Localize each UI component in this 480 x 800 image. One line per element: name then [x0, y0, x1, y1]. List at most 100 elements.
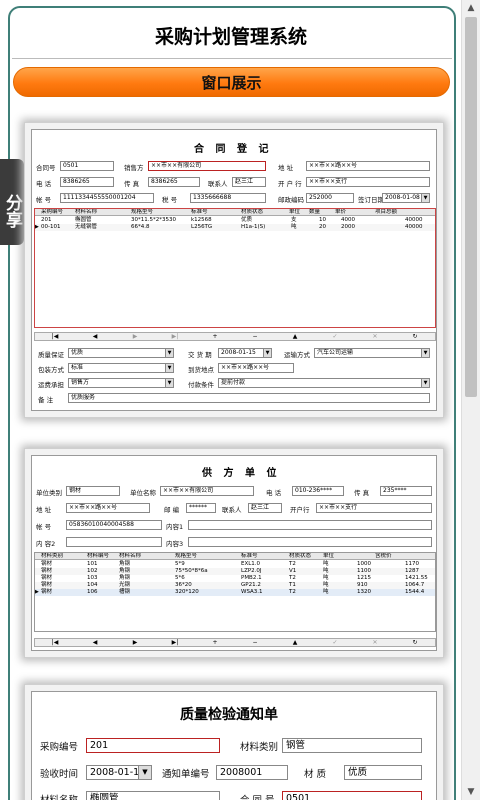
last-record-button[interactable]: ▶| — [155, 639, 195, 647]
table-row[interactable]: 钢材 103 角钢 5*6 PMB2.1 T2 吨 1215 1421.55 — [35, 575, 435, 582]
phone-field[interactable]: 8386265 — [60, 177, 114, 187]
chevron-down-icon[interactable]: ▼ — [165, 379, 173, 387]
material-name-field[interactable]: 椭圆管 — [86, 791, 220, 800]
supplier-address-field[interactable]: ××市××路××号 — [66, 503, 150, 513]
chevron-down-icon[interactable]: ▼ — [138, 766, 151, 779]
cell: 吨 — [323, 589, 329, 595]
seller-field[interactable]: ××市××有限公司 — [148, 161, 266, 171]
inspection-contract-no-field[interactable]: 0501 — [282, 791, 422, 800]
content2-field[interactable] — [66, 537, 162, 547]
supplier-account-field[interactable]: 05836010040004588 — [66, 520, 162, 530]
table-row-selected[interactable]: ▶ 钢材 106 槽钢 320*120 WSA3.1 T2 吨 1320 1544.4 — [35, 589, 435, 596]
supplier-contact-field[interactable]: 赵三江 — [248, 503, 282, 513]
chevron-down-icon[interactable]: ▼ — [421, 379, 429, 387]
content3-field[interactable] — [188, 537, 432, 547]
window-showcase-banner[interactable]: 窗口展示 — [13, 67, 450, 97]
cell: 钢材 — [41, 589, 53, 595]
refresh-record-button[interactable]: ↻ — [395, 333, 435, 341]
delete-record-button[interactable]: − — [235, 639, 275, 647]
prev-record-button[interactable]: ◀ — [75, 333, 115, 341]
bank-field[interactable]: ××市××支行 — [306, 177, 430, 187]
check-time-value: 2008-01-14 — [90, 767, 146, 778]
table-row[interactable]: 201 椭圆管 30*11.5*2*3530 k12568 优质 支 10 40… — [35, 217, 435, 224]
cell: 1421.55 — [405, 575, 428, 581]
scroll-down-icon[interactable]: ▼ — [462, 784, 480, 800]
column-header: 规格型号 — [175, 553, 198, 559]
chevron-down-icon[interactable]: ▼ — [421, 194, 429, 202]
sign-date-field[interactable]: 2008-01-08 ▼ — [382, 193, 430, 203]
table-row[interactable]: 钢材 101 角钢 5*9 EXL1.0 T2 吨 1000 1170 — [35, 561, 435, 568]
cell: GP21.2 — [241, 582, 261, 588]
purchase-no-field[interactable]: 201 — [86, 738, 220, 753]
first-record-button[interactable]: |◀ — [35, 333, 75, 341]
material-type-field[interactable]: 钢管 — [282, 738, 422, 753]
postcode-field[interactable]: 252000 — [306, 193, 354, 203]
supplier-bank-field[interactable]: ××市××支行 — [316, 503, 432, 513]
content1-field[interactable] — [188, 520, 432, 530]
payment-select[interactable]: 提前付款 ▼ — [218, 378, 430, 388]
post-record-button[interactable]: ✓ — [315, 333, 355, 341]
edit-record-button[interactable]: ▲ — [275, 333, 315, 341]
supplier-phone-field[interactable]: 010-236**** — [292, 486, 344, 496]
column-header: 材料名称 — [75, 209, 98, 215]
table-row[interactable]: 钢材 104 光钢 36*20 GP21.2 T1 吨 910 1064.7 — [35, 582, 435, 589]
transport-value: 汽车公司运输 — [317, 349, 354, 356]
post-record-button[interactable]: ✓ — [315, 639, 355, 647]
label: 联系人 — [208, 180, 228, 188]
check-time-field[interactable]: 2008-01-14 ▼ — [86, 765, 152, 780]
label: 邮政编码 — [278, 196, 304, 204]
packing-select[interactable]: 标准 ▼ — [68, 363, 174, 373]
supplier-post-field[interactable]: ****** — [186, 503, 216, 513]
contract-no-field[interactable]: 0501 — [60, 161, 114, 171]
last-record-button[interactable]: ▶| — [155, 333, 195, 341]
refresh-record-button[interactable]: ↻ — [395, 639, 435, 647]
transport-select[interactable]: 汽车公司运输 ▼ — [314, 348, 430, 358]
cell: 102 — [87, 568, 98, 574]
notice-no-field[interactable]: 2008001 — [216, 765, 288, 780]
quality-select[interactable]: 优质 ▼ — [68, 348, 174, 358]
cancel-record-button[interactable]: ✕ — [355, 639, 395, 647]
table-row[interactable]: 钢材 102 角钢 75*50*8*6a LZP2.0J V1 吨 1100 1287 — [35, 568, 435, 575]
tax-field[interactable]: 1335666688 — [190, 193, 266, 203]
supplier-fax-field[interactable]: 235**** — [380, 486, 432, 496]
cell: T2 — [289, 589, 296, 595]
supplier-name-field[interactable]: ××市××有限公司 — [160, 486, 254, 496]
scroll-up-icon[interactable]: ▲ — [462, 0, 480, 16]
add-record-button[interactable]: + — [195, 639, 235, 647]
chevron-down-icon[interactable]: ▼ — [165, 364, 173, 372]
texture-field[interactable]: 优质 — [344, 765, 422, 780]
edit-record-button[interactable]: ▲ — [275, 639, 315, 647]
cell: 40000 — [405, 224, 423, 230]
chevron-down-icon[interactable]: ▼ — [165, 349, 173, 357]
arrive-place-field[interactable]: ××市××路××号 — [218, 363, 294, 373]
address-field[interactable]: ××市××路××号 — [306, 161, 430, 171]
delivery-value: 2008-01-15 — [221, 349, 256, 356]
supplier-materials-grid[interactable]: 材料类别 材料编号 材料名称 规格型号 标准号 材质状态 单位 含税价 钢材 10… — [34, 552, 436, 632]
cell: 5*6 — [175, 575, 185, 581]
next-record-button[interactable]: ▶ — [115, 639, 155, 647]
freight-select[interactable]: 销售方 ▼ — [68, 378, 174, 388]
contract-items-grid[interactable]: 采购编号 材料名称 规格型号 标准号 材质状态 单位 数量 单价 项目总额 20… — [34, 208, 436, 328]
next-record-button[interactable]: ▶ — [115, 333, 155, 341]
remark-field[interactable]: 优质服务 — [68, 393, 430, 403]
column-header: 材质状态 — [241, 209, 264, 215]
contract-title: 合 同 登 记 — [194, 144, 273, 155]
scroll-thumb[interactable] — [465, 17, 477, 397]
cell: WSA3.1 — [241, 589, 263, 595]
vertical-scrollbar[interactable]: ▲ ▼ — [461, 0, 480, 800]
table-row[interactable]: ▶ 00-101 无缝钢管 66*4.8 L256TG H1a-1(S) 吨 2… — [35, 224, 435, 231]
cancel-record-button[interactable]: ✕ — [355, 333, 395, 341]
delivery-date-field[interactable]: 2008-01-15 ▼ — [218, 348, 272, 358]
chevron-down-icon[interactable]: ▼ — [263, 349, 271, 357]
fax-field[interactable]: 8386265 — [148, 177, 200, 187]
prev-record-button[interactable]: ◀ — [75, 639, 115, 647]
account-field[interactable]: 1111334455550001204 — [60, 193, 154, 203]
share-tab[interactable]: 分享 — [0, 159, 24, 245]
chevron-down-icon[interactable]: ▼ — [421, 349, 429, 357]
delete-record-button[interactable]: − — [235, 333, 275, 341]
contact-field[interactable]: 赵三江 — [232, 177, 266, 187]
first-record-button[interactable]: |◀ — [35, 639, 75, 647]
add-record-button[interactable]: + — [195, 333, 235, 341]
category-field[interactable]: 钢材 — [66, 486, 120, 496]
label: 备 注 — [38, 396, 54, 404]
